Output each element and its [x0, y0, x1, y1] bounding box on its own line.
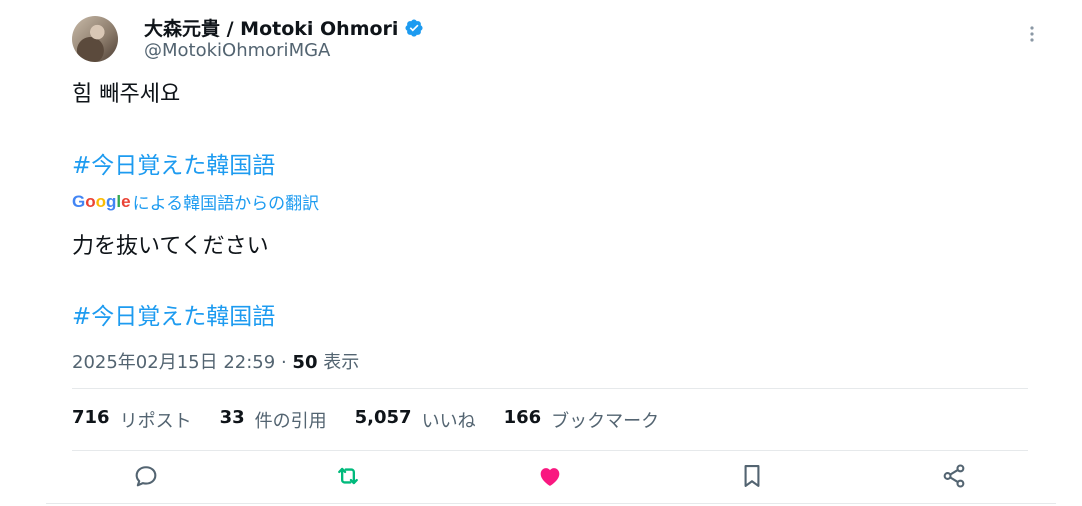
author-name-row: 大森元貴 / Motoki Ohmori [144, 14, 424, 41]
action-bar [0, 462, 1082, 494]
stat-likes[interactable]: 5,057 いいね [355, 407, 476, 433]
stat-bookmarks[interactable]: 166 ブックマーク [504, 407, 660, 433]
stat-label: リポスト [119, 411, 192, 432]
stat-count: 5,057 [354, 407, 412, 428]
like-icon[interactable] [536, 462, 564, 490]
stat-count: 166 [503, 407, 542, 428]
stat-count: 33 [219, 407, 245, 428]
translation-label: による韓国語からの翻訳 [132, 194, 320, 214]
view-label: 表示 [323, 352, 360, 373]
reply-icon[interactable] [132, 462, 160, 490]
divider [72, 450, 1028, 451]
stat-count: 716 [72, 407, 110, 428]
meta-separator: · [280, 352, 287, 373]
display-name[interactable]: 大森元貴 / Motoki Ohmori [144, 14, 398, 41]
bookmark-icon[interactable] [738, 462, 766, 490]
timestamp[interactable]: 2025年02月15日 22:59 [72, 352, 275, 373]
divider [72, 388, 1028, 389]
stat-label: ブックマーク [551, 411, 660, 432]
stat-label: いいね [421, 411, 476, 432]
retweet-icon[interactable] [334, 462, 362, 490]
bottom-divider [46, 503, 1056, 504]
translation-attribution[interactable]: Google による韓国語からの翻訳 [72, 189, 320, 215]
tweet-meta: 2025年02月15日 22:59 · 50 表示 [72, 348, 359, 374]
google-logo: Google [72, 191, 131, 211]
stat-reposts[interactable]: 716 リポスト [72, 407, 192, 433]
stat-quotes[interactable]: 33 件の引用 [220, 407, 327, 433]
stat-label: 件の引用 [254, 411, 327, 432]
more-icon[interactable] [1022, 22, 1042, 46]
avatar[interactable] [72, 16, 118, 62]
handle[interactable]: @MotokiOhmoriMGA [144, 40, 330, 61]
hashtag-link[interactable]: #今日覚えた韓国語 [72, 146, 275, 180]
view-count: 50 [292, 352, 318, 373]
verified-icon [405, 18, 423, 37]
translated-hashtag-link[interactable]: #今日覚えた韓国語 [72, 297, 275, 331]
tweet-text: 힘 빼주세요 [72, 82, 181, 107]
translated-text: 力を抜いてください [72, 234, 269, 259]
engagement-stats: 716 リポスト 33 件の引用 5,057 いいね 166 ブックマーク [72, 407, 687, 433]
share-icon[interactable] [940, 462, 968, 490]
